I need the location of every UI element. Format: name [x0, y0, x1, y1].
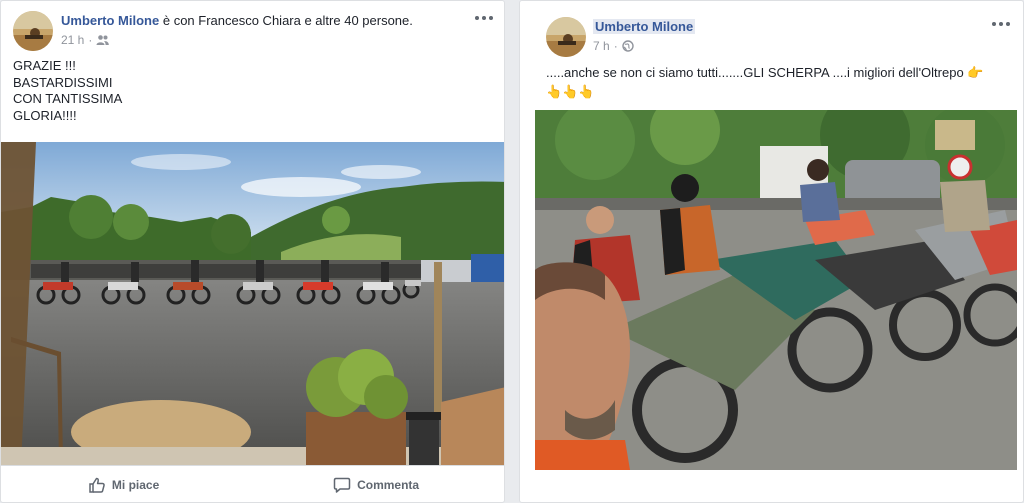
post-header: Umberto Milone è con Francesco Chiara e …	[1, 1, 504, 53]
more-options-icon[interactable]	[474, 11, 494, 25]
post-text: GRAZIE !!! BASTARDISSIMI CON TANTISSIMA …	[13, 58, 122, 124]
post-text: .....anche se non ci siamo tutti.......G…	[546, 63, 1016, 101]
post-photo[interactable]	[535, 110, 1017, 470]
pointing-up-emoji: 👆	[546, 84, 563, 99]
post-meta: 7 h ·	[593, 39, 634, 53]
author-avatar[interactable]	[546, 17, 586, 57]
globe-icon[interactable]	[621, 40, 634, 52]
post-timestamp[interactable]: 7 h	[593, 39, 610, 53]
post-timestamp[interactable]: 21 h	[61, 33, 84, 47]
pointing-right-emoji: 👉	[967, 65, 984, 80]
post-action-bar: Mi piace Commenta	[1, 465, 504, 502]
author-name-link[interactable]: Umberto Milone	[61, 13, 159, 28]
tagged-people-text[interactable]: è con Francesco Chiara e altre 40 person…	[159, 13, 413, 28]
post-text-line: BASTARDISSIMI	[13, 74, 113, 90]
post-text-line: GRAZIE !!!	[13, 58, 76, 73]
more-options-icon[interactable]	[991, 17, 1011, 31]
friends-icon[interactable]	[96, 34, 110, 46]
comment-label: Commenta	[357, 478, 420, 492]
post-headline: Umberto Milone è con Francesco Chiara e …	[61, 13, 413, 28]
post-card-2: Umberto Milone 7 h · .....anche se non c…	[519, 0, 1024, 503]
post-text-body: .....anche se non ci siamo tutti.......G…	[546, 65, 964, 80]
post-text-line: CON TANTISSIMA	[13, 91, 123, 106]
post-photo[interactable]	[1, 142, 504, 465]
post-text-line: GLORIA!!!!	[13, 107, 77, 123]
post-header: Umberto Milone 7 h ·	[520, 1, 1023, 57]
like-label: Mi piace	[111, 478, 160, 492]
meta-separator: ·	[613, 39, 618, 53]
comment-icon	[333, 476, 351, 494]
author-name-link[interactable]: Umberto Milone	[593, 19, 696, 34]
post-card-1: Umberto Milone è con Francesco Chiara e …	[0, 0, 505, 503]
post-meta: 21 h ·	[61, 33, 110, 47]
pointing-up-emoji: 👆	[562, 84, 579, 99]
like-button[interactable]: Mi piace	[76, 472, 171, 498]
comment-button[interactable]: Commenta	[321, 472, 431, 498]
pointing-up-emoji: 👆	[578, 84, 595, 99]
meta-separator: ·	[88, 33, 93, 47]
post-headline: Umberto Milone	[593, 19, 696, 34]
thumbs-up-icon	[88, 476, 106, 494]
author-avatar[interactable]	[13, 11, 53, 51]
